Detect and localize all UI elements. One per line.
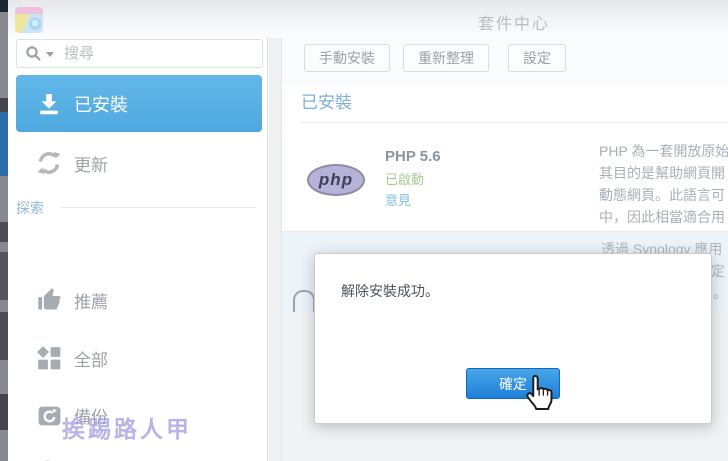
- sidebar-item-label: 已安裝: [74, 94, 128, 115]
- desktop-edge-seg: [0, 252, 8, 300]
- dialog-message: 解除安裝成功。: [341, 283, 439, 299]
- search-box[interactable]: [16, 39, 265, 68]
- sidebar-item-update[interactable]: 更新: [16, 140, 262, 186]
- package-name: PHP 5.6: [385, 148, 441, 165]
- sidebar-section-label: 探索: [16, 200, 44, 216]
- refresh-button[interactable]: 重新整理: [403, 44, 489, 72]
- desktop-edge-seg: [0, 222, 8, 242]
- description-fragment: 定: [711, 263, 725, 279]
- search-scope-caret-icon[interactable]: [46, 52, 54, 57]
- sidebar-item-label: 全部: [74, 350, 108, 370]
- grid-icon: [34, 345, 64, 371]
- search-icon: [25, 45, 43, 63]
- description-line: 動態網頁。此語言可: [599, 187, 725, 203]
- installed-section-title: 已安裝: [301, 93, 352, 112]
- description-line: 中，因此相當適合用: [599, 209, 725, 225]
- sidebar-item-label: 推薦: [74, 292, 108, 312]
- php-logo-icon: php: [307, 164, 365, 196]
- watermark: 挨踢路人甲: [62, 416, 192, 442]
- partial-package-icon: [293, 290, 315, 312]
- feedback-link[interactable]: 意見: [385, 190, 411, 209]
- desktop-edge-seg: [0, 98, 8, 112]
- sidebar-item-installed[interactable]: 已安裝: [16, 75, 262, 132]
- sidebar-item-all[interactable]: 全部: [16, 335, 262, 381]
- toolbar: 手動安裝 重新整理 設定: [282, 38, 728, 85]
- section-divider: [60, 207, 256, 208]
- desktop-edge-seg: [0, 0, 8, 12]
- description-line: PHP 為一套開放原始: [599, 143, 728, 159]
- desktop-edge-seg: [0, 394, 8, 430]
- sidebar-item-recommended[interactable]: 推薦: [16, 277, 262, 323]
- window-title: 套件中心: [478, 16, 551, 33]
- content-gutter: [269, 38, 281, 461]
- backup-icon: [34, 403, 64, 428]
- desktop-edge-seg: [0, 112, 8, 176]
- ok-button[interactable]: 確定: [466, 368, 560, 399]
- package-center-icon: [14, 3, 44, 40]
- sidebar-item-label: 更新: [74, 155, 108, 175]
- manual-install-button[interactable]: 手動安裝: [304, 44, 390, 72]
- desktop-edge-seg: [0, 312, 8, 360]
- package-status: 已啟動: [385, 172, 425, 187]
- screen: 套件中心 搜尋 已安裝 更新 探索 推薦 全部 備份 挨踢路人甲 手動安裝 重新…: [0, 0, 728, 461]
- titlebar: 套件中心: [8, 0, 728, 38]
- description-line: 其目的是幫助網頁開: [599, 165, 725, 181]
- search-input[interactable]: [62, 44, 265, 63]
- description-fragment: 。: [713, 285, 727, 301]
- sidebar-section-explore: 探索: [16, 198, 262, 218]
- desktop-edge: [0, 0, 8, 461]
- installed-icon: [34, 92, 64, 116]
- sidebar: 已安裝 更新 探索: [8, 38, 268, 461]
- settings-button[interactable]: 設定: [508, 44, 566, 72]
- package-description: PHP 為一套開放原始 其目的是幫助網頁開 動態網頁。此語言可 中，因此相當適合…: [599, 140, 728, 228]
- message-dialog: 解除安裝成功。 確定: [314, 253, 712, 424]
- php-logo-text: php: [318, 170, 354, 189]
- update-icon: [34, 149, 64, 177]
- thumbs-up-icon: [34, 287, 64, 314]
- sidebar-item-multimedia[interactable]: 多媒體: [16, 450, 262, 461]
- package-row-php[interactable]: php PHP 5.6 已啟動 意見 PHP 為一套開放原始 其目的是幫助網頁開…: [282, 123, 728, 231]
